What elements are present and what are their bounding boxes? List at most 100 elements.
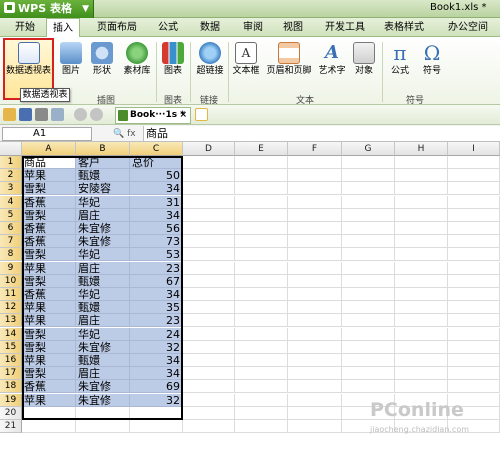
empty-cell[interactable] — [342, 275, 395, 288]
column-header-f[interactable]: F — [288, 142, 342, 156]
shapes-button[interactable]: 形状 — [88, 40, 116, 86]
empty-cell[interactable] — [342, 182, 395, 195]
empty-cell[interactable] — [395, 275, 448, 288]
object-button[interactable]: 对象 — [350, 40, 378, 86]
close-icon[interactable]: × — [179, 108, 187, 123]
tab-view[interactable]: 视图 — [276, 18, 310, 37]
column-header-i[interactable]: I — [448, 142, 500, 156]
cell-b14[interactable]: 华妃 — [76, 328, 130, 341]
empty-cell[interactable] — [183, 420, 235, 433]
empty-cell[interactable] — [183, 248, 235, 261]
cell-c2[interactable]: 50 — [130, 169, 183, 182]
empty-cell[interactable] — [183, 182, 235, 195]
empty-cell[interactable] — [395, 314, 448, 327]
cell-a3[interactable]: 雪梨 — [22, 182, 76, 195]
row-header[interactable]: 3 — [0, 182, 22, 195]
empty-cell[interactable] — [342, 196, 395, 209]
empty-cell[interactable] — [288, 222, 342, 235]
cell-c1[interactable]: 总价 — [130, 156, 183, 169]
empty-cell[interactable] — [342, 328, 395, 341]
cell-a1[interactable]: 商品 — [22, 156, 76, 169]
row-header[interactable]: 11 — [0, 288, 22, 301]
picture-button[interactable]: 图片 — [58, 40, 84, 86]
empty-cell[interactable] — [288, 182, 342, 195]
cell-c13[interactable]: 23 — [130, 314, 183, 327]
cell-b20[interactable] — [76, 407, 130, 420]
empty-cell[interactable] — [235, 182, 288, 195]
empty-cell[interactable] — [235, 209, 288, 222]
tab-office-space[interactable]: 办公空间 — [440, 18, 496, 37]
cell-a19[interactable]: 苹果 — [22, 394, 76, 407]
row-header[interactable]: 1 — [0, 156, 22, 169]
empty-cell[interactable] — [288, 301, 342, 314]
empty-cell[interactable] — [342, 209, 395, 222]
cell-b13[interactable]: 眉庄 — [76, 314, 130, 327]
empty-cell[interactable] — [183, 275, 235, 288]
empty-cell[interactable] — [235, 196, 288, 209]
column-header-c[interactable]: C — [130, 142, 183, 156]
cell-b3[interactable]: 安陵容 — [76, 182, 130, 195]
header-footer-button[interactable]: 页眉和页脚 — [266, 40, 312, 86]
empty-cell[interactable] — [448, 288, 500, 301]
empty-cell[interactable] — [235, 301, 288, 314]
empty-cell[interactable] — [183, 156, 235, 169]
empty-cell[interactable] — [342, 354, 395, 367]
row-header[interactable]: 18 — [0, 380, 22, 393]
tab-developer[interactable]: 开发工具 — [320, 18, 370, 37]
symbol-button[interactable]: Ω 符号 — [418, 40, 446, 86]
textbox-button[interactable]: A 文本框 — [230, 40, 262, 86]
empty-cell[interactable] — [288, 341, 342, 354]
undo-icon[interactable] — [74, 108, 87, 121]
cell-c4[interactable]: 31 — [130, 196, 183, 209]
row-header[interactable]: 16 — [0, 354, 22, 367]
empty-cell[interactable] — [395, 222, 448, 235]
cell-c16[interactable]: 34 — [130, 354, 183, 367]
empty-cell[interactable] — [448, 328, 500, 341]
cell-b8[interactable]: 华妃 — [76, 248, 130, 261]
empty-cell[interactable] — [448, 314, 500, 327]
empty-cell[interactable] — [235, 288, 288, 301]
open-folder-icon[interactable] — [3, 108, 16, 121]
column-header-d[interactable]: D — [183, 142, 235, 156]
app-menu-button[interactable]: WPS 表格 ▼ — [0, 0, 94, 18]
empty-cell[interactable] — [183, 196, 235, 209]
tab-table-style[interactable]: 表格样式 — [378, 18, 430, 37]
cell-c21[interactable] — [130, 420, 183, 433]
empty-cell[interactable] — [448, 262, 500, 275]
row-header[interactable]: 2 — [0, 169, 22, 182]
row-header[interactable]: 20 — [0, 407, 22, 420]
column-header-a[interactable]: A — [22, 142, 76, 156]
empty-cell[interactable] — [235, 407, 288, 420]
empty-cell[interactable] — [395, 248, 448, 261]
empty-cell[interactable] — [288, 314, 342, 327]
empty-cell[interactable] — [288, 420, 342, 433]
row-header[interactable]: 10 — [0, 275, 22, 288]
cell-c7[interactable]: 73 — [130, 235, 183, 248]
empty-cell[interactable] — [235, 222, 288, 235]
fx-icon[interactable]: 🔍 fx — [113, 127, 141, 141]
cell-c19[interactable]: 32 — [130, 394, 183, 407]
cell-b18[interactable]: 朱宜修 — [76, 380, 130, 393]
cell-a13[interactable]: 苹果 — [22, 314, 76, 327]
cell-c14[interactable]: 24 — [130, 328, 183, 341]
empty-cell[interactable] — [183, 354, 235, 367]
empty-cell[interactable] — [235, 248, 288, 261]
empty-cell[interactable] — [395, 328, 448, 341]
row-header[interactable]: 15 — [0, 341, 22, 354]
empty-cell[interactable] — [183, 209, 235, 222]
row-header[interactable]: 13 — [0, 314, 22, 327]
redo-icon[interactable] — [90, 108, 103, 121]
column-header-h[interactable]: H — [395, 142, 448, 156]
cell-c12[interactable]: 35 — [130, 301, 183, 314]
empty-cell[interactable] — [448, 209, 500, 222]
empty-cell[interactable] — [288, 380, 342, 393]
tab-review[interactable]: 审阅 — [236, 18, 270, 37]
empty-cell[interactable] — [448, 156, 500, 169]
empty-cell[interactable] — [395, 367, 448, 380]
empty-cell[interactable] — [288, 394, 342, 407]
empty-cell[interactable] — [235, 314, 288, 327]
empty-cell[interactable] — [183, 288, 235, 301]
empty-cell[interactable] — [235, 367, 288, 380]
empty-cell[interactable] — [342, 235, 395, 248]
cell-a14[interactable]: 雪梨 — [22, 328, 76, 341]
